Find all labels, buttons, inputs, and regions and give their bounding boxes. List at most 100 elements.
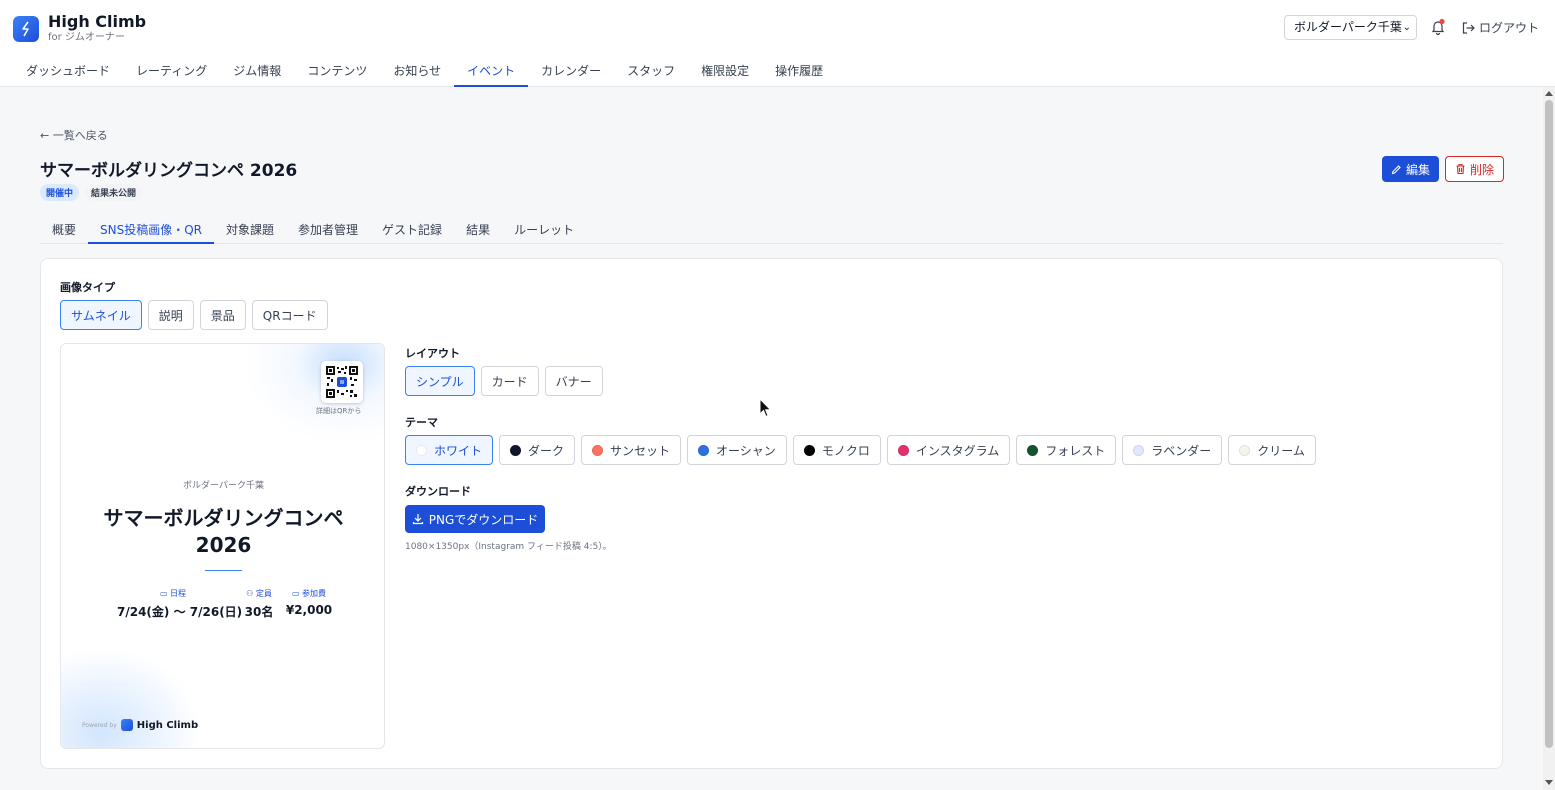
logout-button[interactable]: ログアウト bbox=[1462, 19, 1539, 36]
result-badge: 結果未公開 bbox=[85, 184, 143, 201]
tab-sns-image-qr[interactable]: SNS投稿画像・QR bbox=[88, 212, 215, 244]
nav-calendar[interactable]: カレンダー bbox=[528, 52, 614, 87]
download-note: 1080×1350px（Instagram フィード投稿 4:5）。 bbox=[405, 542, 612, 552]
nav-rating[interactable]: レーティング bbox=[123, 52, 220, 87]
theme-forest-button[interactable]: フォレスト bbox=[1016, 435, 1117, 465]
layout-simple-button[interactable]: シンプル bbox=[405, 366, 475, 396]
image-type-label: 画像タイプ bbox=[60, 281, 115, 294]
page-scrollbar[interactable] bbox=[1543, 87, 1555, 790]
edit-label: 編集 bbox=[1405, 162, 1430, 177]
layout-banner-button[interactable]: バナー bbox=[544, 366, 603, 396]
logout-icon bbox=[1462, 21, 1475, 34]
preview-gym-name: ボルダーパーク千葉 bbox=[183, 481, 264, 491]
mouse-cursor-icon bbox=[759, 397, 773, 422]
png-download-button[interactable]: PNGでダウンロード bbox=[405, 505, 545, 533]
swatch-icon bbox=[1239, 444, 1251, 456]
preview-glow-decoration bbox=[244, 344, 384, 444]
swatch-icon bbox=[698, 444, 710, 456]
image-type-selector: サムネイル 説明 景品 QRコード bbox=[60, 300, 328, 330]
nav-staff[interactable]: スタッフ bbox=[614, 52, 688, 87]
nav-news[interactable]: お知らせ bbox=[380, 52, 454, 87]
chevron-down-icon: ⌄ bbox=[1402, 22, 1411, 33]
app-name: High Climb bbox=[48, 12, 147, 31]
tab-overview[interactable]: 概要 bbox=[40, 212, 88, 244]
image-type-qr-button[interactable]: QRコード bbox=[251, 300, 328, 330]
image-type-description-button[interactable]: 説明 bbox=[147, 300, 194, 330]
back-link[interactable]: ← 一覧へ戻る bbox=[40, 127, 108, 143]
preview-event-title: サマーボルダリングコンペ 2026 bbox=[103, 506, 344, 557]
qr-note: 詳細はQRから bbox=[316, 407, 362, 415]
users-icon: ⚇ bbox=[246, 589, 254, 598]
scroll-down-arrow-icon[interactable] bbox=[1545, 780, 1553, 785]
powered-by-brand: High Climb bbox=[136, 719, 199, 731]
swatch-icon bbox=[897, 444, 909, 456]
event-subtabs: 概要 SNS投稿画像・QR 対象課題 参加者管理 ゲスト記録 結果 ルーレット bbox=[40, 212, 1503, 244]
preview-fee-value: ¥2,000 bbox=[285, 603, 333, 617]
edit-button[interactable]: 編集 bbox=[1382, 156, 1439, 182]
theme-white-button[interactable]: ホワイト bbox=[405, 435, 494, 465]
preview-schedule-label: 日程 bbox=[170, 589, 187, 598]
pencil-icon bbox=[1391, 164, 1401, 174]
delete-label: 削除 bbox=[1469, 162, 1494, 177]
theme-sunset-button[interactable]: サンセット bbox=[581, 435, 682, 465]
layout-label: レイアウト bbox=[405, 347, 460, 360]
image-type-thumbnail-button[interactable]: サムネイル bbox=[60, 300, 142, 330]
theme-option-label: ダーク bbox=[528, 443, 565, 458]
delete-button[interactable]: 削除 bbox=[1445, 156, 1504, 182]
swatch-icon bbox=[1027, 444, 1039, 456]
theme-ocean-button[interactable]: オーシャン bbox=[687, 435, 787, 465]
image-type-prize-button[interactable]: 景品 bbox=[199, 300, 246, 330]
tab-results[interactable]: 結果 bbox=[454, 212, 502, 244]
logout-label: ログアウト bbox=[1479, 21, 1540, 35]
tab-guest-records[interactable]: ゲスト記録 bbox=[370, 212, 454, 244]
trash-icon bbox=[1456, 163, 1465, 175]
layout-selector: シンプル カード バナー bbox=[405, 366, 603, 396]
status-badge: 開催中 bbox=[40, 184, 80, 201]
nav-contents[interactable]: コンテンツ bbox=[294, 52, 380, 87]
layout-card-button[interactable]: カード bbox=[480, 366, 539, 396]
nav-dashboard[interactable]: ダッシュボード bbox=[13, 52, 123, 87]
theme-mono-button[interactable]: モノクロ bbox=[792, 435, 881, 465]
app-subtitle: for ジムオーナー bbox=[48, 32, 125, 43]
scroll-thumb[interactable] bbox=[1545, 100, 1553, 748]
theme-option-label: ラベンダー bbox=[1151, 443, 1212, 458]
gym-select[interactable]: ボルダーパーク千葉 ⌄ bbox=[1284, 15, 1417, 40]
tab-roulette[interactable]: ルーレット bbox=[502, 212, 586, 244]
theme-option-label: オーシャン bbox=[716, 443, 776, 458]
theme-instagram-button[interactable]: インスタグラム bbox=[886, 435, 1011, 465]
tab-target-problems[interactable]: 対象課題 bbox=[214, 212, 286, 244]
scroll-up-arrow-icon[interactable] bbox=[1545, 91, 1553, 96]
theme-label: テーマ bbox=[405, 416, 438, 429]
main-nav: ダッシュボード レーティング ジム情報 コンテンツ お知らせ イベント カレンダ… bbox=[13, 52, 836, 87]
brand-logo-icon bbox=[120, 719, 133, 731]
arrow-left-icon: ← bbox=[40, 129, 50, 142]
nav-gym-info[interactable]: ジム情報 bbox=[220, 52, 294, 87]
theme-dark-button[interactable]: ダーク bbox=[499, 435, 576, 465]
tab-participants[interactable]: 参加者管理 bbox=[286, 212, 370, 244]
notification-bell-icon[interactable] bbox=[1430, 18, 1446, 36]
theme-selector: ホワイト ダーク サンセット オーシャン モノクロ インスタグラム フォレスト … bbox=[405, 435, 1316, 465]
sns-image-card: 画像タイプ サムネイル 説明 景品 QRコード 詳細はQRから ボルダーパーク千… bbox=[40, 258, 1503, 769]
theme-option-label: モノクロ bbox=[821, 443, 870, 458]
theme-option-label: ホワイト bbox=[434, 443, 483, 458]
theme-lavender-button[interactable]: ラベンダー bbox=[1122, 435, 1223, 465]
calendar-icon: ▭ bbox=[159, 589, 168, 598]
preview-schedule-value: 7/24(金) 〜 7/26(日) bbox=[117, 605, 243, 619]
png-download-label: PNGでダウンロード bbox=[428, 512, 539, 527]
ticket-icon: ▭ bbox=[291, 589, 300, 598]
nav-events[interactable]: イベント bbox=[454, 52, 529, 87]
qr-code-icon bbox=[321, 361, 363, 403]
page-title: サマーボルダリングコンペ 2026 bbox=[40, 161, 298, 181]
theme-option-label: フォレスト bbox=[1045, 443, 1106, 458]
image-preview: 詳細はQRから ボルダーパーク千葉 サマーボルダリングコンペ 2026 ▭ 日程… bbox=[60, 343, 385, 749]
theme-cream-button[interactable]: クリーム bbox=[1228, 435, 1316, 465]
gym-select-value: ボルダーパーク千葉 bbox=[1294, 20, 1402, 34]
top-bar: High Climb for ジムオーナー ダッシュボード レーティング ジム情… bbox=[0, 0, 1555, 87]
preview-capacity-value: 30名 bbox=[244, 605, 274, 619]
swatch-icon bbox=[1133, 444, 1145, 456]
nav-activity-log[interactable]: 操作履歴 bbox=[762, 52, 836, 87]
brand[interactable]: High Climb for ジムオーナー bbox=[13, 13, 146, 45]
preview-divider bbox=[205, 570, 242, 571]
powered-by-label: Powered by bbox=[82, 721, 117, 729]
nav-permissions[interactable]: 権限設定 bbox=[688, 52, 762, 87]
